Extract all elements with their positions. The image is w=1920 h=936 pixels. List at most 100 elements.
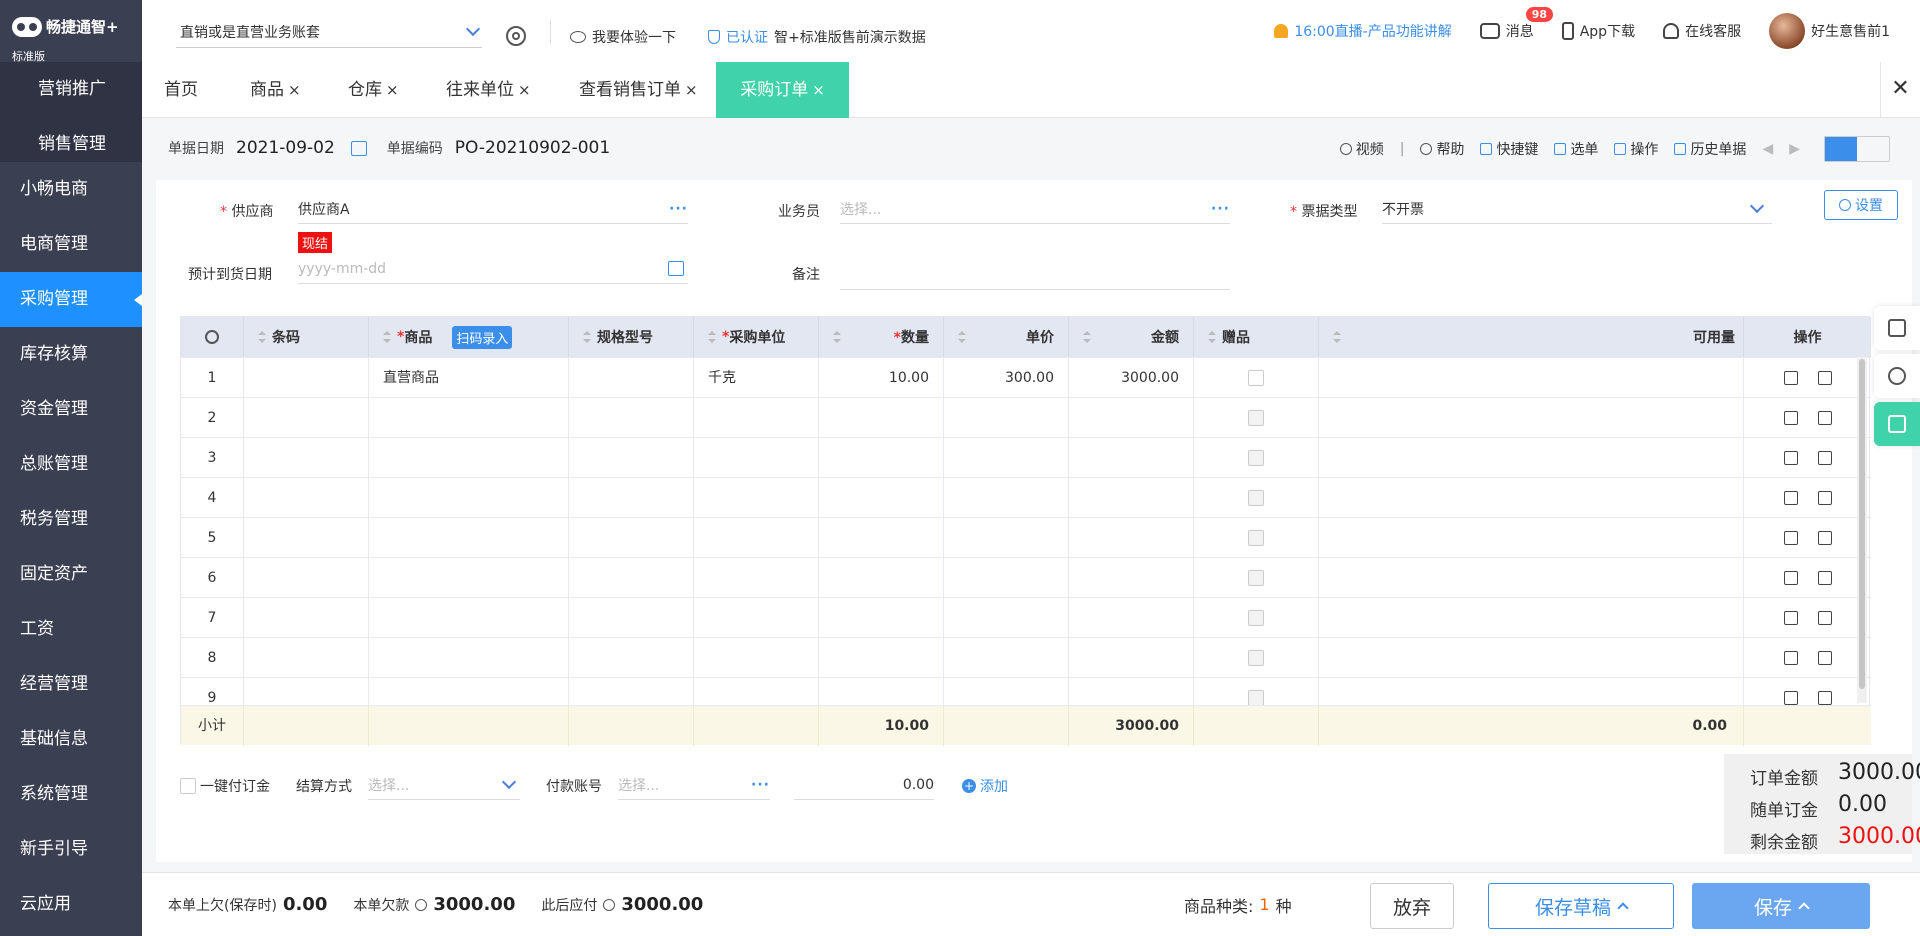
cell-product[interactable] bbox=[369, 398, 569, 438]
cell-unit[interactable] bbox=[694, 638, 819, 678]
history-button[interactable]: 历史单据 bbox=[1674, 139, 1746, 159]
copy-add-icon[interactable] bbox=[1817, 571, 1832, 585]
cell-gift[interactable] bbox=[1194, 638, 1319, 678]
cell-unit[interactable]: 千克 bbox=[694, 358, 819, 398]
list-view-icon[interactable] bbox=[1825, 137, 1857, 161]
calendar-icon[interactable] bbox=[668, 261, 684, 276]
col-qty[interactable]: *数量 bbox=[819, 317, 944, 357]
gift-checkbox[interactable] bbox=[1248, 570, 1264, 586]
cell-price[interactable] bbox=[944, 478, 1069, 518]
tab-products[interactable]: 商品 × bbox=[250, 62, 301, 118]
close-icon[interactable]: × bbox=[812, 81, 825, 99]
card-view-icon[interactable] bbox=[1857, 137, 1889, 161]
col-product[interactable]: * 商品 扫码录入 bbox=[369, 317, 569, 357]
copy-add-icon[interactable] bbox=[1817, 651, 1832, 665]
cell-price[interactable] bbox=[944, 398, 1069, 438]
cell-qty[interactable] bbox=[819, 478, 944, 518]
sidebar-item-fixed-assets[interactable]: 固定资产 bbox=[0, 547, 142, 602]
cell-price[interactable]: 300.00 bbox=[944, 358, 1069, 398]
account-select[interactable]: 直销或是直营业务账套 bbox=[176, 16, 482, 48]
sidebar-item-cloud[interactable]: 云应用 bbox=[0, 877, 142, 932]
cell-avail[interactable] bbox=[1319, 438, 1744, 478]
sidebar-item-inventory[interactable]: 库存核算 bbox=[0, 327, 142, 382]
cell-unit[interactable] bbox=[694, 398, 819, 438]
sidebar-item-payroll[interactable]: 工资 bbox=[0, 602, 142, 657]
cell-avail[interactable] bbox=[1319, 638, 1744, 678]
cell-gift[interactable] bbox=[1194, 398, 1319, 438]
salesman-field[interactable]: 选择... ··· bbox=[840, 194, 1230, 224]
expand-button[interactable] bbox=[1874, 402, 1920, 446]
cell-gift[interactable] bbox=[1194, 598, 1319, 638]
cell-gift[interactable] bbox=[1194, 558, 1319, 598]
brand-logo[interactable]: 畅捷通智+ 标准版 bbox=[0, 0, 142, 63]
cell-barcode[interactable] bbox=[244, 558, 369, 598]
tab-view-sales-order[interactable]: 查看销售订单 × bbox=[579, 62, 698, 118]
cell-spec[interactable] bbox=[569, 398, 694, 438]
live-broadcast-link[interactable]: 16:00直播-产品功能讲解 bbox=[1274, 21, 1452, 41]
sidebar-item-ecommerce[interactable]: 电商管理 bbox=[0, 217, 142, 272]
cell-product[interactable] bbox=[369, 478, 569, 518]
cell-amount[interactable] bbox=[1069, 438, 1194, 478]
column-settings-icon[interactable] bbox=[181, 317, 244, 357]
sidebar-item-marketing[interactable]: 营销推广 bbox=[0, 62, 142, 117]
cell-spec[interactable] bbox=[569, 438, 694, 478]
cell-product[interactable] bbox=[369, 518, 569, 558]
app-download-link[interactable]: App下载 bbox=[1561, 21, 1635, 41]
cell-gift[interactable] bbox=[1194, 358, 1319, 398]
cell-unit[interactable] bbox=[694, 518, 819, 558]
cell-avail[interactable] bbox=[1319, 558, 1744, 598]
deposit-checkbox[interactable]: 一键付订金 bbox=[180, 776, 270, 796]
cell-qty[interactable] bbox=[819, 598, 944, 638]
copy-add-icon[interactable] bbox=[1817, 451, 1832, 465]
copy-add-icon[interactable] bbox=[1817, 611, 1832, 625]
cell-avail[interactable] bbox=[1319, 478, 1744, 518]
gift-checkbox[interactable] bbox=[1248, 690, 1264, 706]
try-experience-link[interactable]: 我要体验一下 bbox=[570, 27, 676, 47]
cell-product[interactable] bbox=[369, 558, 569, 598]
tab-warehouse[interactable]: 仓库 × bbox=[348, 62, 399, 118]
scan-entry-button[interactable]: 扫码录入 bbox=[452, 325, 513, 349]
col-amount[interactable]: 金额 bbox=[1069, 317, 1194, 357]
cell-qty[interactable]: 10.00 bbox=[819, 358, 944, 398]
calendar-icon[interactable] bbox=[350, 140, 367, 156]
next-arrow-icon[interactable]: ▶ bbox=[1789, 141, 1800, 157]
trash-icon[interactable] bbox=[1783, 451, 1798, 465]
cell-avail[interactable] bbox=[1319, 398, 1744, 438]
close-icon[interactable]: × bbox=[518, 81, 531, 99]
sidebar-item-basic-info[interactable]: 基础信息 bbox=[0, 712, 142, 767]
more-icon[interactable]: ··· bbox=[669, 201, 688, 217]
help-icon[interactable] bbox=[415, 898, 428, 911]
save-draft-button[interactable]: 保存草稿 bbox=[1488, 883, 1674, 929]
sidebar-item-guide[interactable]: 新手引导 bbox=[0, 822, 142, 877]
cell-qty[interactable] bbox=[819, 638, 944, 678]
prev-arrow-icon[interactable]: ◀ bbox=[1762, 141, 1773, 157]
sidebar-item-ledger[interactable]: 总账管理 bbox=[0, 437, 142, 492]
sidebar-item-purchase[interactable]: 采购管理 bbox=[0, 272, 142, 327]
cell-qty[interactable] bbox=[819, 398, 944, 438]
cell-amount[interactable]: 3000.00 bbox=[1069, 358, 1194, 398]
discard-button[interactable]: 放弃 bbox=[1370, 883, 1454, 929]
trash-icon[interactable] bbox=[1783, 691, 1798, 705]
online-service-link[interactable]: 在线客服 bbox=[1663, 21, 1741, 41]
close-icon[interactable]: × bbox=[288, 81, 301, 99]
cell-product[interactable]: 直营商品 bbox=[369, 358, 569, 398]
tab-purchase-order[interactable]: 采购订单 × bbox=[716, 62, 849, 118]
cell-unit[interactable] bbox=[694, 558, 819, 598]
add-payment-button[interactable]: + 添加 bbox=[962, 776, 1008, 796]
select-doc-button[interactable]: 选单 bbox=[1554, 139, 1598, 159]
cell-unit[interactable] bbox=[694, 598, 819, 638]
gear-icon[interactable] bbox=[506, 26, 526, 46]
cell-amount[interactable] bbox=[1069, 478, 1194, 518]
remark-field[interactable] bbox=[840, 260, 1230, 290]
user-menu[interactable]: 好生意售前1 bbox=[1769, 13, 1890, 49]
arrival-date-field[interactable]: yyyy-mm-dd bbox=[298, 254, 688, 284]
cell-spec[interactable] bbox=[569, 558, 694, 598]
cell-qty[interactable] bbox=[819, 518, 944, 558]
trash-icon[interactable] bbox=[1783, 371, 1798, 385]
gift-checkbox[interactable] bbox=[1248, 490, 1264, 506]
settings-button[interactable]: 设置 bbox=[1824, 190, 1898, 220]
cell-avail[interactable] bbox=[1319, 598, 1744, 638]
cell-product[interactable] bbox=[369, 438, 569, 478]
shortcut-button[interactable]: 快捷键 bbox=[1480, 139, 1538, 159]
cell-amount[interactable] bbox=[1069, 518, 1194, 558]
